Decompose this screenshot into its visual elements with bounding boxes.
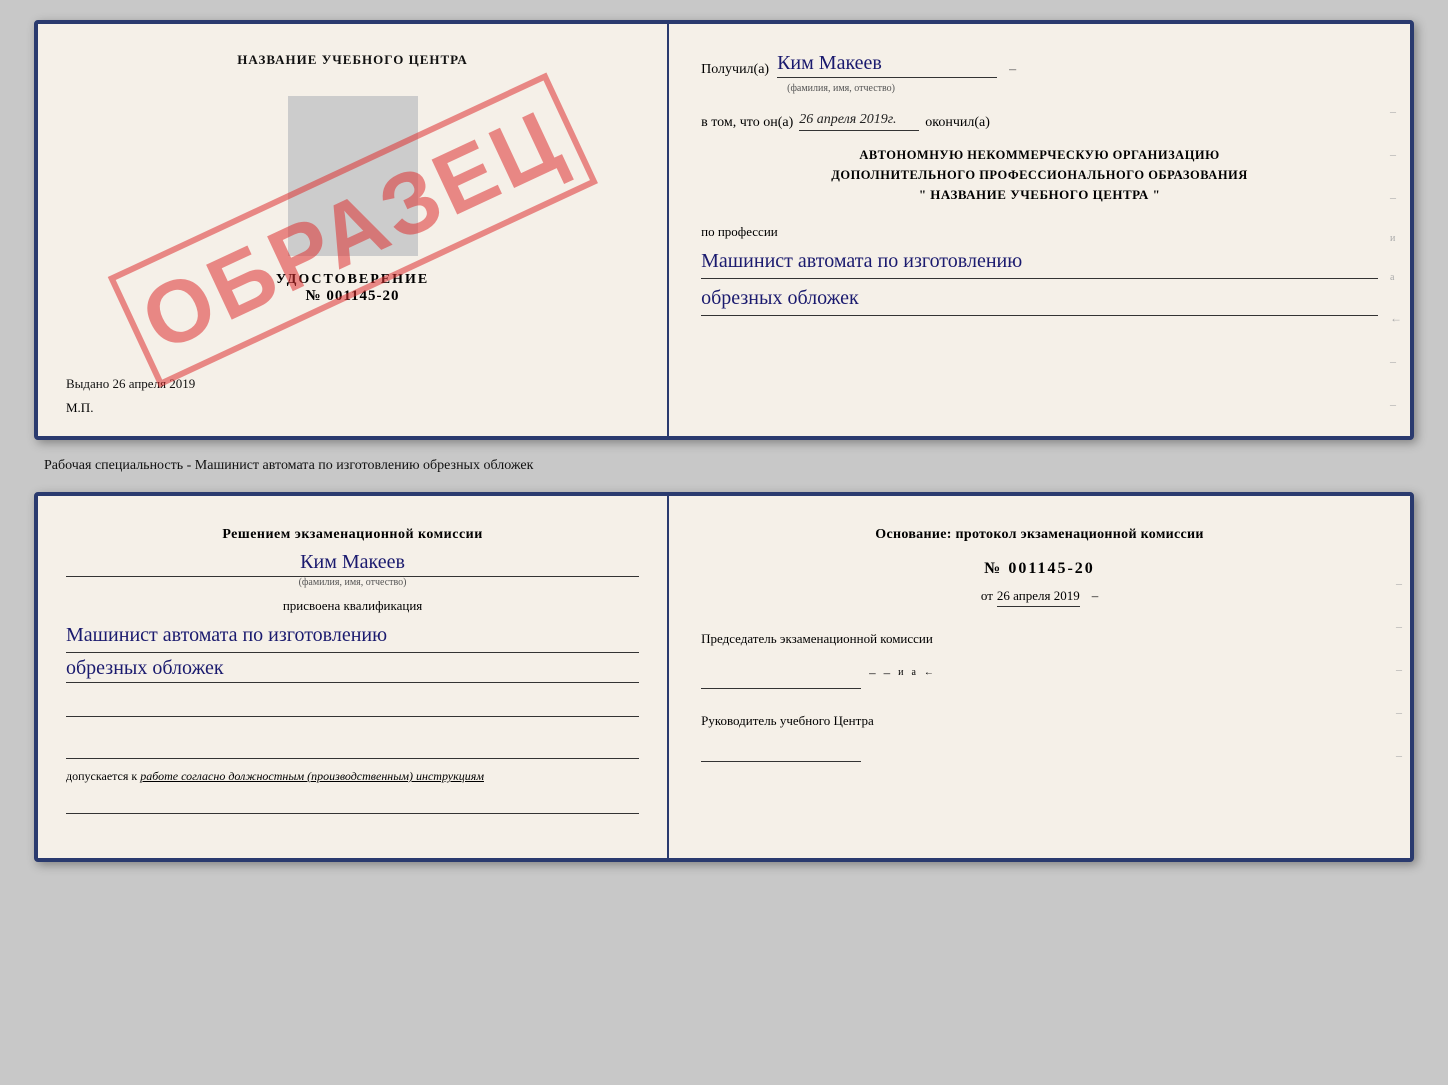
rukovoditel-sign-line: [701, 738, 861, 762]
osnovanie-title: Основание: протокол экзаменационной коми…: [701, 524, 1378, 546]
vydano-row: Выдано 26 апреля 2019: [66, 346, 639, 392]
center-name-top: НАЗВАНИЕ УЧЕБНОГО ЦЕНТРА: [66, 52, 639, 68]
okonchil-label: окончил(а): [925, 115, 990, 131]
top-right-panel: Получил(а) Ким Макеев – (фамилия, имя, о…: [669, 24, 1410, 436]
fio-label-top: (фамилия, имя, отчество): [787, 83, 895, 94]
org-line2: ДОПОЛНИТЕЛЬНОГО ПРОФЕССИОНАЛЬНОГО ОБРАЗО…: [701, 165, 1378, 185]
org-name: " НАЗВАНИЕ УЧЕБНОГО ЦЕНТРА ": [701, 185, 1378, 206]
empty-signature-lines: [66, 697, 639, 759]
bottom-left-panel: Решением экзаменационной комиссии Ким Ма…: [38, 496, 669, 858]
vtom-date: 26 апреля 2019г.: [799, 112, 919, 131]
ot-prefix: от: [981, 588, 993, 603]
ot-date: 26 апреля 2019: [997, 588, 1080, 607]
top-left-panel: НАЗВАНИЕ УЧЕБНОГО ЦЕНТРА УДОСТОВЕРЕНИЕ №…: [38, 24, 669, 436]
org-block: АВТОНОМНУЮ НЕКОММЕРЧЕСКУЮ ОРГАНИЗАЦИЮ ДО…: [701, 145, 1378, 206]
prisvoena-label: присвоена квалификация: [66, 598, 639, 614]
decorative-dashes: ––– и а ← ––––: [1390, 104, 1402, 440]
poluchil-label: Получил(а): [701, 62, 769, 78]
dopusk-italic-text: работе согласно должностным (производств…: [140, 769, 484, 783]
udostoverenie-block: УДОСТОВЕРЕНИЕ № 001145-20: [66, 272, 639, 305]
fio-sub-bottom: (фамилия, имя, отчество): [66, 577, 639, 588]
mp-label: М.П.: [66, 400, 639, 416]
dopuskaetsya-row: допускается к работе согласно должностны…: [66, 769, 639, 784]
bottom-right-panel: Основание: протокол экзаменационной коми…: [669, 496, 1410, 858]
vydano-label: Выдано: [66, 376, 109, 391]
profession-line2: обрезных обложек: [701, 283, 1378, 316]
bottom-decorative-dashes: –––––: [1396, 576, 1402, 763]
vydano-date: 26 апреля 2019: [113, 376, 196, 391]
predsedatel-label: Председатель экзаменационной комиссии: [701, 629, 1378, 649]
rukovoditel-block: Руководитель учебного Центра: [701, 711, 1378, 763]
predsedatel-dash: –: [869, 665, 876, 681]
poluchil-dash: –: [1009, 62, 1016, 78]
predsedatel-dash2: –: [884, 665, 891, 681]
between-text: Рабочая специальность - Машинист автомат…: [34, 458, 1414, 474]
vtom-prefix: в том, что он(а): [701, 115, 793, 131]
protocol-number: № 001145-20: [701, 560, 1378, 578]
org-line1: АВТОНОМНУЮ НЕКОММЕРЧЕСКУЮ ОРГАНИЗАЦИЮ: [701, 145, 1378, 165]
dopusk-bottom-line: [66, 794, 639, 814]
rukovoditel-label: Руководитель учебного Центра: [701, 711, 1378, 731]
predsedatel-block: Председатель экзаменационной комиссии – …: [701, 629, 1378, 689]
ot-row: от 26 апреля 2019 –: [701, 582, 1378, 607]
po-professii-label: по профессии: [701, 224, 1378, 240]
arrow-left: ←: [924, 667, 934, 678]
vtom-row: в том, что он(а) 26 апреля 2019г. окончи…: [701, 112, 1378, 131]
kvalif-line2: обрезных обложек: [66, 657, 639, 683]
resheniem-title: Решением экзаменационной комиссии: [66, 524, 639, 545]
profession-line1: Машинист автомата по изготовлению: [701, 246, 1378, 279]
top-document-card: НАЗВАНИЕ УЧЕБНОГО ЦЕНТРА УДОСТОВЕРЕНИЕ №…: [34, 20, 1414, 440]
photo-placeholder: [288, 96, 418, 256]
bottom-document-card: Решением экзаменационной комиссии Ким Ма…: [34, 492, 1414, 862]
ot-dash: –: [1092, 588, 1099, 603]
kvalif-line1: Машинист автомата по изготовлению: [66, 620, 639, 653]
udostoverenie-label: УДОСТОВЕРЕНИЕ: [66, 272, 639, 288]
dopuskaetsya-label: допускается к: [66, 769, 137, 783]
predsedatel-sign-line: [701, 665, 861, 689]
udostoverenie-number: № 001145-20: [66, 288, 639, 305]
poluchil-name: Ким Макеев: [777, 52, 997, 78]
a-letter: а: [911, 667, 915, 678]
i-letter: и: [898, 667, 903, 678]
komissia-name: Ким Макеев: [66, 551, 639, 577]
